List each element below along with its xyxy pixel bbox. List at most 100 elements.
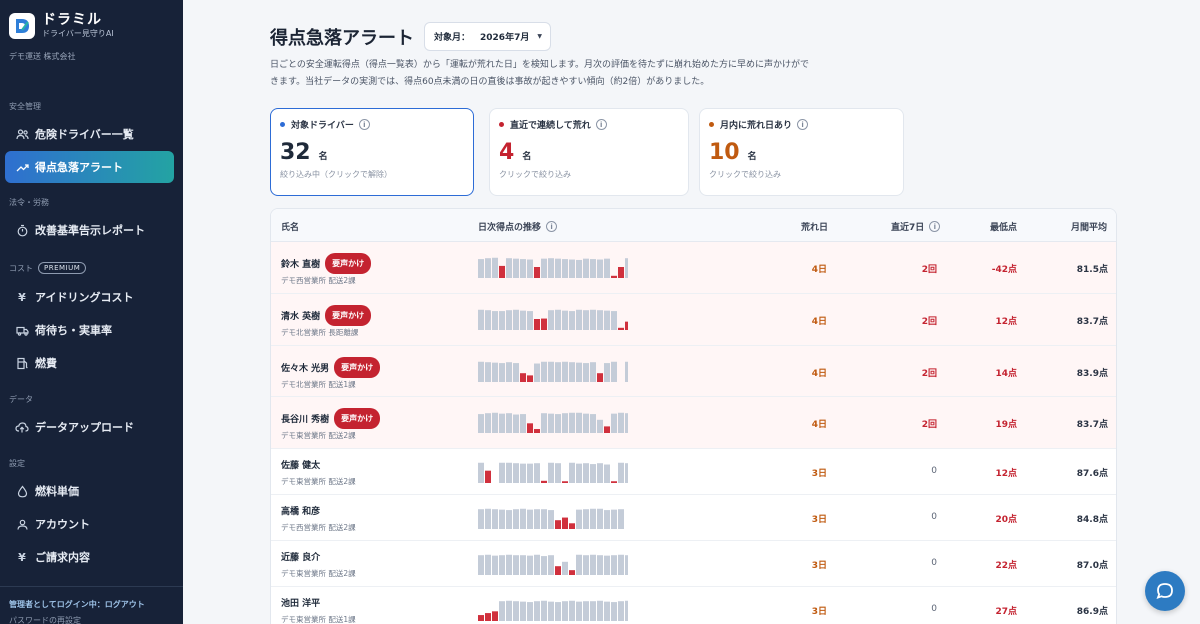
sparkline-bar	[478, 555, 484, 575]
column-header-min[interactable]: 最低点	[990, 220, 1017, 233]
sparkline-bar	[499, 462, 505, 483]
info-icon[interactable]: i	[797, 119, 809, 130]
sparkline-bar	[618, 462, 624, 483]
sparkline-bar	[527, 509, 533, 529]
sparkline-bar	[492, 311, 498, 330]
card-unit: 名	[522, 152, 532, 162]
table-row[interactable]: 佐藤 健太 デモ東営業所 配送2課 3日 0 12点 87.6点	[271, 449, 1116, 495]
table-row[interactable]: 池田 洋平 デモ東営業所 配送1課 3日 0 27点 86.9点	[271, 587, 1116, 624]
driver-name[interactable]: 長谷川 秀樹	[281, 412, 329, 425]
sparkline-bar	[590, 362, 596, 382]
driver-name[interactable]: 佐々木 光男	[281, 361, 329, 374]
sidebar-item-idling-cost[interactable]: ¥ アイドリングコスト	[5, 281, 174, 313]
min-score-value: 20点	[995, 515, 1017, 525]
sidebar-item-data-upload[interactable]: データアップロード	[5, 411, 174, 443]
sparkline-bar	[485, 258, 491, 278]
driver-name-line: 鈴木 直樹 要声かけ	[281, 253, 372, 274]
sidebar-item-wait-time[interactable]: 荷待ち・実車率	[5, 314, 174, 346]
sparkline-bar	[618, 601, 624, 621]
driver-office: デモ北営業所 長距離課	[281, 328, 359, 337]
sparkline-bar	[597, 310, 603, 330]
sparkline-bar	[541, 600, 547, 621]
table-row[interactable]: 長谷川 秀樹 要声かけ デモ東営業所 配送2課 4日 2回 19点 83.7点	[271, 397, 1116, 449]
sparkline-bar	[499, 601, 505, 621]
sparkline-bar	[597, 600, 603, 621]
sparkline-bar	[604, 510, 610, 529]
page-title: 得点急落アラート	[270, 28, 414, 49]
logout-link[interactable]: 管理者としてログイン中：ログアウト	[9, 599, 145, 610]
sidebar-item-label: アイドリングコスト	[35, 291, 134, 304]
avg-score-value: 83.7点	[1076, 420, 1108, 430]
sparkline-bar	[562, 361, 568, 382]
sparkline-bar	[478, 462, 484, 483]
rough-days-value: 3日	[811, 469, 827, 479]
driver-name-line: 近藤 良介	[281, 550, 320, 563]
sparkline-bar	[569, 259, 575, 278]
driver-name[interactable]: 鈴木 直樹	[281, 257, 320, 270]
table-row[interactable]: 清水 英樹 要声かけ デモ北営業所 長距離課 4日 2回 12点 83.7点	[271, 294, 1116, 346]
sparkline-bar	[506, 462, 512, 483]
table-row[interactable]: 近藤 良介 デモ東営業所 配送2課 3日 0 22点 87.0点	[271, 541, 1116, 587]
sparkline-bar	[569, 570, 575, 575]
sidebar-item-score-drop-alert[interactable]: 得点急落アラート	[5, 151, 174, 183]
sparkline-bar	[569, 523, 575, 529]
password-reset-link[interactable]: パスワードの再設定	[9, 615, 81, 624]
card-rough-days-in-month[interactable]: 月内に荒れ日あり i 10 名 クリックで絞り込み	[699, 108, 904, 196]
sidebar-item-account[interactable]: アカウント	[5, 508, 174, 540]
driver-name[interactable]: 清水 英樹	[281, 309, 320, 322]
driver-office: デモ西営業所 配送2課	[281, 523, 356, 532]
info-icon[interactable]: i	[929, 221, 941, 232]
info-icon[interactable]: i	[595, 119, 607, 130]
sidebar-item-billing[interactable]: ¥ ご請求内容	[5, 541, 174, 573]
sparkline-bar	[597, 463, 603, 483]
avg-score-value: 87.6点	[1076, 469, 1108, 479]
sparkline-bar	[562, 517, 568, 529]
driver-name[interactable]: 佐藤 健太	[281, 458, 320, 471]
column-header-name[interactable]: 氏名	[281, 220, 299, 233]
sparkline-bar	[562, 481, 568, 483]
driver-name-line: 長谷川 秀樹 要声かけ	[281, 408, 381, 429]
sparkline-bar	[583, 463, 589, 483]
sparkline-bar	[611, 555, 617, 575]
sparkline-bar	[527, 375, 533, 382]
driver-name[interactable]: 高橋 和彦	[281, 504, 320, 517]
recent7-value: 2回	[921, 265, 937, 275]
score-sparkline	[478, 309, 628, 330]
sparkline-bar	[611, 602, 617, 621]
table-row[interactable]: 佐々木 光男 要声かけ デモ北営業所 配送1課 4日 2回 14点 83.9点	[271, 346, 1116, 397]
sparkline-bar	[590, 554, 596, 575]
brand[interactable]: ドラミル ドライバー見守りAI	[9, 12, 114, 39]
sidebar-item-fuel-economy[interactable]: 燃費	[5, 347, 174, 379]
driver-name[interactable]: 池田 洋平	[281, 596, 320, 609]
sparkline-bar	[485, 470, 491, 483]
sparkline-bar	[625, 555, 628, 575]
avg-score-value: 87.0点	[1076, 561, 1108, 571]
sparkline-bar	[499, 555, 505, 575]
table-row[interactable]: 鈴木 直樹 要声かけ デモ西営業所 配送2課 4日 2回 -42点 81.5点	[271, 242, 1116, 294]
sparkline-bar	[513, 309, 519, 330]
month-select[interactable]: 対象月： 2026年7月 ▼	[424, 22, 551, 51]
sidebar-item-fuel-price[interactable]: 燃料単価	[5, 475, 174, 507]
sidebar-item-improvement-report[interactable]: 改善基準告示レポート	[5, 214, 174, 246]
column-header-avg[interactable]: 月間平均	[1071, 220, 1107, 233]
sparkline-bar	[604, 601, 610, 621]
month-value: 2026年7月	[480, 33, 530, 43]
column-header-recent7[interactable]: 直近7日 i	[891, 220, 941, 233]
card-consecutive-rough[interactable]: 直近で連続して荒れ i 4名 クリックで絞り込み	[489, 108, 689, 196]
sidebar-item-label: 燃料単価	[35, 485, 79, 498]
sidebar-item-risky-drivers[interactable]: 危険ドライバー一覧	[5, 118, 174, 150]
column-header-rough-days[interactable]: 荒れ日	[801, 220, 828, 233]
orange-dot-icon	[709, 122, 714, 127]
company-name: デモ運送 株式会社	[9, 52, 76, 61]
driver-name[interactable]: 近藤 良介	[281, 550, 320, 563]
info-icon[interactable]: i	[546, 221, 558, 232]
sparkline-bar	[541, 413, 547, 433]
chat-button[interactable]	[1145, 571, 1185, 611]
card-target-drivers[interactable]: 対象ドライバー i 32 名 絞り込み中（クリックで解除）	[270, 108, 474, 196]
sparkline-bar	[478, 615, 484, 621]
sparkline-bar	[527, 259, 533, 278]
info-icon[interactable]: i	[358, 119, 370, 130]
driver-table: 氏名 日次得点の推移 i 荒れ日 直近7日 i 最低点 月間平均 鈴木 直樹 要声かけ…	[270, 208, 1117, 624]
sparkline-bar	[534, 509, 540, 529]
table-row[interactable]: 高橋 和彦 デモ西営業所 配送2課 3日 0 20点 84.8点	[271, 495, 1116, 541]
